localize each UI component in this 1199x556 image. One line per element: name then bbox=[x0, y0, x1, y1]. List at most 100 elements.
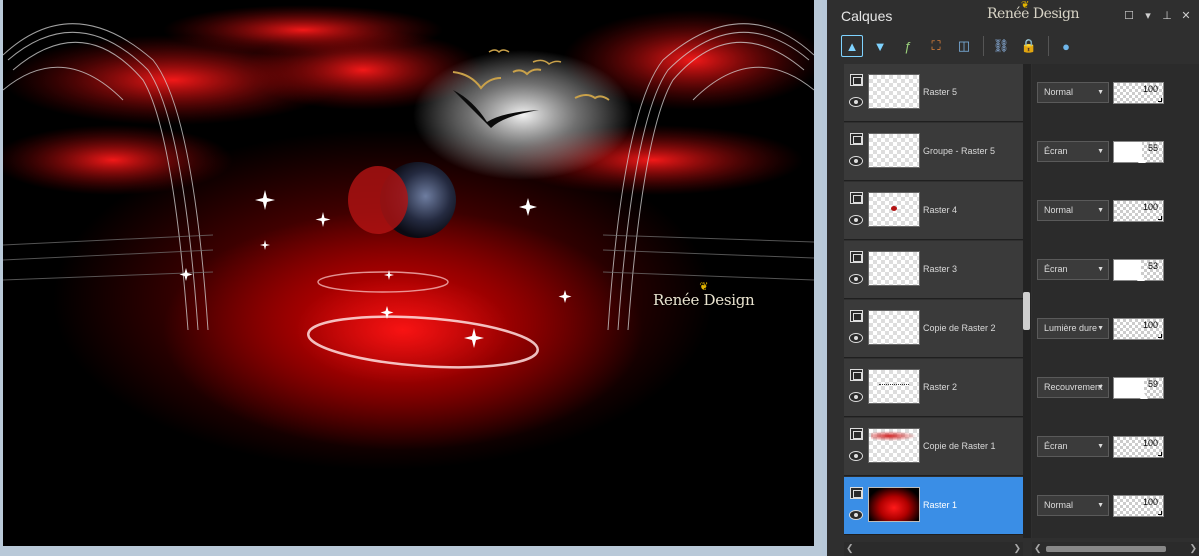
adjustment-icon[interactable]: ◫ bbox=[953, 35, 975, 57]
toolbar-separator bbox=[1048, 36, 1049, 56]
image-canvas[interactable]: ❦ Renée Design bbox=[3, 0, 814, 546]
toolbar-separator bbox=[983, 36, 984, 56]
layer-list: Raster 5 Groupe - Raster 5 Raster 4 Rast… bbox=[844, 64, 1023, 538]
layer-group-icon[interactable] bbox=[850, 310, 863, 322]
opacity-slider[interactable]: 53 bbox=[1113, 259, 1164, 281]
opacity-slider[interactable]: 55 bbox=[1113, 141, 1164, 163]
dropdown-arrow-icon: ▼ bbox=[1097, 443, 1104, 450]
blend-mode-select[interactable]: Écran ▼ bbox=[1037, 259, 1109, 280]
blend-mode-value: Normal bbox=[1044, 205, 1074, 215]
layer-row[interactable]: Copie de Raster 1 bbox=[844, 418, 1023, 476]
layer-group-icon[interactable] bbox=[850, 192, 863, 204]
scroll-left-icon[interactable]: ❮ bbox=[846, 543, 854, 554]
layer-group-icon[interactable] bbox=[850, 369, 863, 381]
layer-thumbnail bbox=[868, 192, 920, 227]
red-cloud bbox=[163, 5, 443, 55]
opacity-slider[interactable]: 100 bbox=[1113, 200, 1164, 222]
layer-list-scrollbar[interactable]: ❮ ❯ bbox=[844, 542, 1023, 556]
thumb-dot bbox=[891, 206, 897, 211]
blend-mode-select[interactable]: Normal ▼ bbox=[1037, 200, 1109, 221]
visibility-toggle-icon[interactable]: ƒ bbox=[897, 35, 919, 57]
layer-thumbnail bbox=[868, 487, 920, 522]
blend-mode-select[interactable]: Recouvrement ▼ bbox=[1037, 377, 1109, 398]
layer-row[interactable]: Raster 3 bbox=[844, 241, 1023, 299]
blend-mode-value: Normal bbox=[1044, 87, 1074, 97]
app-window: ❦ Renée Design Calques ❦ Renée Design ☐ … bbox=[0, 0, 1199, 556]
close-icon[interactable]: ✕ bbox=[1181, 9, 1191, 22]
eye-icon[interactable] bbox=[849, 97, 863, 107]
layer-row[interactable]: Raster 5 bbox=[844, 64, 1023, 122]
layer-group-icon[interactable] bbox=[850, 74, 863, 86]
layer-name: Raster 1 bbox=[923, 500, 958, 510]
resize-corner-icon bbox=[1158, 334, 1162, 338]
link-icon[interactable]: ⛓ bbox=[990, 35, 1012, 57]
layer-row[interactable]: Copie de Raster 2 bbox=[844, 300, 1023, 358]
light-ring bbox=[317, 271, 449, 293]
layer-thumbnail bbox=[868, 133, 920, 168]
layers-palette: Calques ❦ Renée Design ☐ ▾ ⊥ ✕ ▲ ▼ ƒ ⛶ ◫… bbox=[822, 0, 1199, 556]
opacity-slider[interactable]: 100 bbox=[1113, 82, 1164, 104]
layer-properties: Normal ▼ 100 Écran ▼ 55 Normal ▼ 100 Écran ▼… bbox=[1032, 64, 1199, 538]
blend-mode-select[interactable]: Lumière dure ▼ bbox=[1037, 318, 1109, 339]
eye-icon[interactable] bbox=[849, 392, 863, 402]
layer-group-icon[interactable] bbox=[850, 487, 863, 499]
layer-name: Raster 2 bbox=[923, 382, 958, 392]
properties-scrollbar[interactable]: ❮ ❯ bbox=[1032, 542, 1199, 556]
red-cloud bbox=[3, 125, 233, 195]
opacity-slider[interactable]: 100 bbox=[1113, 318, 1164, 340]
eye-icon[interactable] bbox=[849, 215, 863, 225]
scroll-right-icon[interactable]: ❯ bbox=[1013, 543, 1021, 554]
scrollbar-thumb[interactable] bbox=[1046, 546, 1166, 552]
opacity-slider[interactable]: 100 bbox=[1113, 495, 1164, 517]
splitter-grip[interactable] bbox=[1023, 292, 1030, 330]
lock-icon[interactable]: 🔒 bbox=[1018, 35, 1040, 57]
move-up-icon[interactable]: ▲ bbox=[841, 35, 863, 57]
layer-props-row: Écran ▼ 53 bbox=[1032, 241, 1199, 299]
eye-icon[interactable] bbox=[849, 274, 863, 284]
eye-icon[interactable] bbox=[849, 333, 863, 343]
layer-row-selected[interactable]: Raster 1 bbox=[844, 477, 1023, 535]
scroll-left-icon[interactable]: ❮ bbox=[1034, 543, 1042, 554]
blend-mode-select[interactable]: Normal ▼ bbox=[1037, 495, 1109, 516]
butterfly-icon: ❦ bbox=[699, 280, 709, 293]
dropdown-icon[interactable]: ▾ bbox=[1143, 9, 1153, 22]
opacity-slider[interactable]: 59 bbox=[1113, 377, 1164, 399]
dropdown-arrow-icon: ▼ bbox=[1097, 148, 1104, 155]
opacity-value: 100 bbox=[1142, 84, 1158, 94]
watermark-text: Renée Design bbox=[653, 291, 755, 309]
palette-title: Calques bbox=[841, 8, 893, 24]
layer-group-icon[interactable] bbox=[850, 428, 863, 440]
dropdown-arrow-icon: ▼ bbox=[1097, 89, 1104, 96]
pin-icon[interactable]: ⊥ bbox=[1162, 9, 1172, 22]
canvas-artwork bbox=[3, 5, 814, 369]
dropdown-arrow-icon: ▼ bbox=[1097, 502, 1104, 509]
eye-icon[interactable] bbox=[849, 510, 863, 520]
panel-splitter[interactable] bbox=[1023, 64, 1031, 538]
blend-mode-select[interactable]: Normal ▼ bbox=[1037, 82, 1109, 103]
resize-corner-icon bbox=[1158, 452, 1162, 456]
nebula bbox=[348, 166, 408, 234]
opacity-tick-icon bbox=[1138, 157, 1146, 163]
maximize-icon[interactable]: ☐ bbox=[1124, 9, 1134, 22]
layer-name: Raster 4 bbox=[923, 205, 958, 215]
resize-corner-icon bbox=[1158, 216, 1162, 220]
layer-props-row: Normal ▼ 100 bbox=[1032, 477, 1199, 535]
layer-row[interactable]: Groupe - Raster 5 bbox=[844, 123, 1023, 181]
opacity-tick-icon bbox=[1140, 393, 1148, 399]
layer-thumbnail bbox=[868, 310, 920, 345]
blend-mode-value: Écran bbox=[1044, 264, 1068, 274]
layer-row[interactable]: Raster 2 bbox=[844, 359, 1023, 417]
layer-group-icon[interactable] bbox=[850, 133, 863, 145]
properties-icon[interactable]: ● bbox=[1055, 35, 1077, 57]
scroll-right-icon[interactable]: ❯ bbox=[1189, 543, 1197, 554]
move-down-icon[interactable]: ▼ bbox=[869, 35, 891, 57]
blend-mode-select[interactable]: Écran ▼ bbox=[1037, 141, 1109, 162]
eye-icon[interactable] bbox=[849, 451, 863, 461]
layer-row[interactable]: Raster 4 bbox=[844, 182, 1023, 240]
blend-mode-select[interactable]: Écran ▼ bbox=[1037, 436, 1109, 457]
selection-icon[interactable]: ⛶ bbox=[925, 35, 947, 57]
layer-group-icon[interactable] bbox=[850, 251, 863, 263]
eye-icon[interactable] bbox=[849, 156, 863, 166]
layer-props-row: Normal ▼ 100 bbox=[1032, 64, 1199, 122]
opacity-slider[interactable]: 100 bbox=[1113, 436, 1164, 458]
